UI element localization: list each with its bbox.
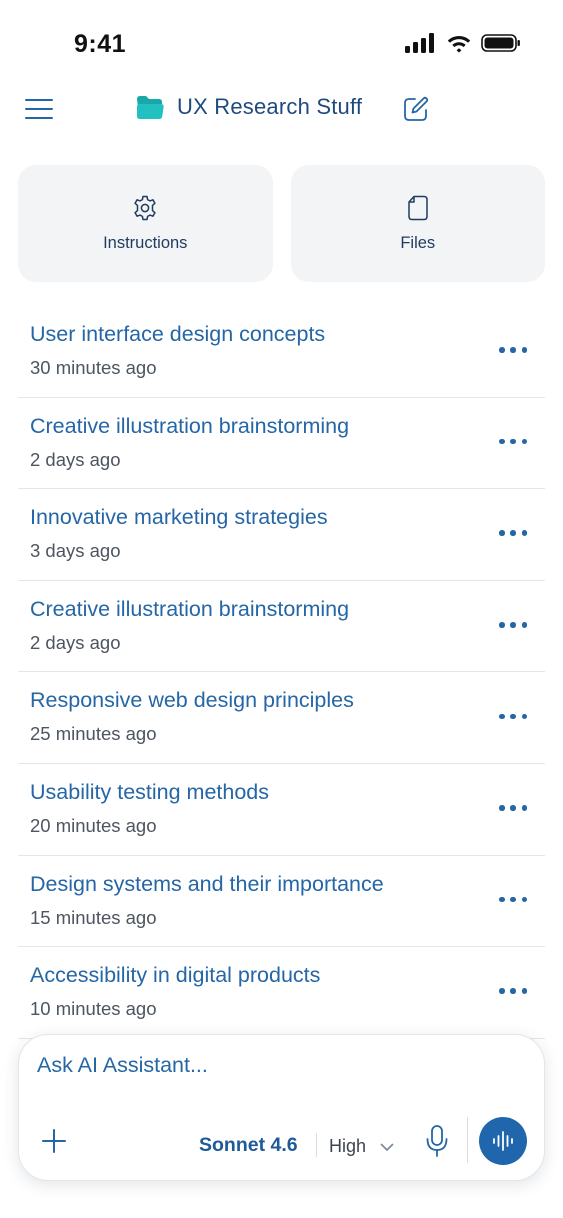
status-bar: 9:41	[0, 0, 563, 90]
project-cards: Instructions Files	[18, 165, 545, 282]
folder-icon	[137, 96, 164, 119]
model-selector[interactable]: Sonnet 4.6	[199, 1134, 298, 1157]
list-item[interactable]: Creative illustration brainstorming 2 da…	[18, 581, 545, 673]
gear-icon	[134, 195, 156, 221]
voice-mode-button[interactable]	[479, 1117, 527, 1165]
edit-icon[interactable]	[403, 96, 429, 122]
more-options-icon[interactable]	[499, 890, 527, 910]
composer: Sonnet 4.6 High	[18, 1034, 545, 1181]
list-item[interactable]: Design systems and their importance 15 m…	[18, 856, 545, 948]
chat-title: Creative illustration brainstorming	[30, 413, 350, 438]
effort-label: High	[329, 1136, 367, 1156]
more-options-icon[interactable]	[499, 706, 527, 726]
menu-icon[interactable]	[24, 96, 54, 122]
chat-title: Accessibility in digital products	[30, 963, 321, 988]
instructions-card[interactable]: Instructions	[18, 165, 273, 282]
waveform-icon	[493, 1131, 513, 1151]
more-options-icon[interactable]	[499, 981, 527, 1001]
wifi-icon	[447, 36, 471, 53]
list-item[interactable]: Accessibility in digital products 10 min…	[18, 947, 545, 1039]
signal-icon	[405, 33, 434, 53]
list-item[interactable]: Usability testing methods 20 minutes ago	[18, 764, 545, 856]
microphone-icon[interactable]	[425, 1124, 449, 1158]
chat-timestamp: 2 days ago	[30, 631, 121, 653]
project-title-group[interactable]: UX Research Stuff	[135, 94, 362, 120]
files-card[interactable]: Files	[290, 165, 545, 282]
more-options-icon[interactable]	[499, 340, 527, 360]
message-input[interactable]	[37, 1049, 517, 1081]
list-item[interactable]: Creative illustration brainstorming 2 da…	[18, 398, 545, 490]
chat-timestamp: 10 minutes ago	[30, 998, 157, 1020]
chat-timestamp: 15 minutes ago	[30, 906, 157, 928]
chat-title: Creative illustration brainstorming	[30, 596, 350, 621]
status-icons	[405, 33, 521, 53]
divider	[316, 1133, 317, 1157]
chat-title: Usability testing methods	[30, 779, 269, 804]
chat-timestamp: 30 minutes ago	[30, 357, 157, 378]
more-options-icon[interactable]	[499, 432, 527, 452]
instructions-label: Instructions	[103, 234, 188, 252]
chat-title: Design systems and their importance	[30, 871, 384, 896]
page-title: UX Research Stuff	[177, 94, 363, 119]
divider	[467, 1117, 468, 1163]
chat-timestamp: 25 minutes ago	[30, 723, 157, 745]
battery-icon	[481, 34, 520, 52]
chat-timestamp: 3 days ago	[30, 540, 121, 562]
more-options-icon[interactable]	[499, 523, 527, 543]
chat-timestamp: 2 days ago	[30, 448, 121, 470]
list-item[interactable]: Innovative marketing strategies 3 days a…	[18, 489, 545, 581]
list-item[interactable]: Responsive web design principles 25 minu…	[18, 672, 545, 764]
header: UX Research Stuff	[0, 88, 563, 132]
list-item[interactable]: User interface design concepts 30 minute…	[18, 306, 545, 398]
chat-title: User interface design concepts	[30, 322, 326, 346]
plus-icon[interactable]	[41, 1128, 67, 1154]
chat-title: Responsive web design principles	[30, 688, 354, 713]
chevron-down-icon	[380, 1143, 394, 1151]
chat-list: User interface design concepts 30 minute…	[18, 306, 545, 1039]
chat-title: Innovative marketing strategies	[30, 505, 328, 530]
effort-selector[interactable]: High	[329, 1136, 394, 1157]
status-time: 9:41	[74, 30, 127, 58]
more-options-icon[interactable]	[499, 798, 527, 818]
files-label: Files	[400, 234, 436, 252]
chat-timestamp: 20 minutes ago	[30, 814, 157, 836]
more-options-icon[interactable]	[499, 615, 527, 635]
file-icon	[408, 195, 428, 221]
